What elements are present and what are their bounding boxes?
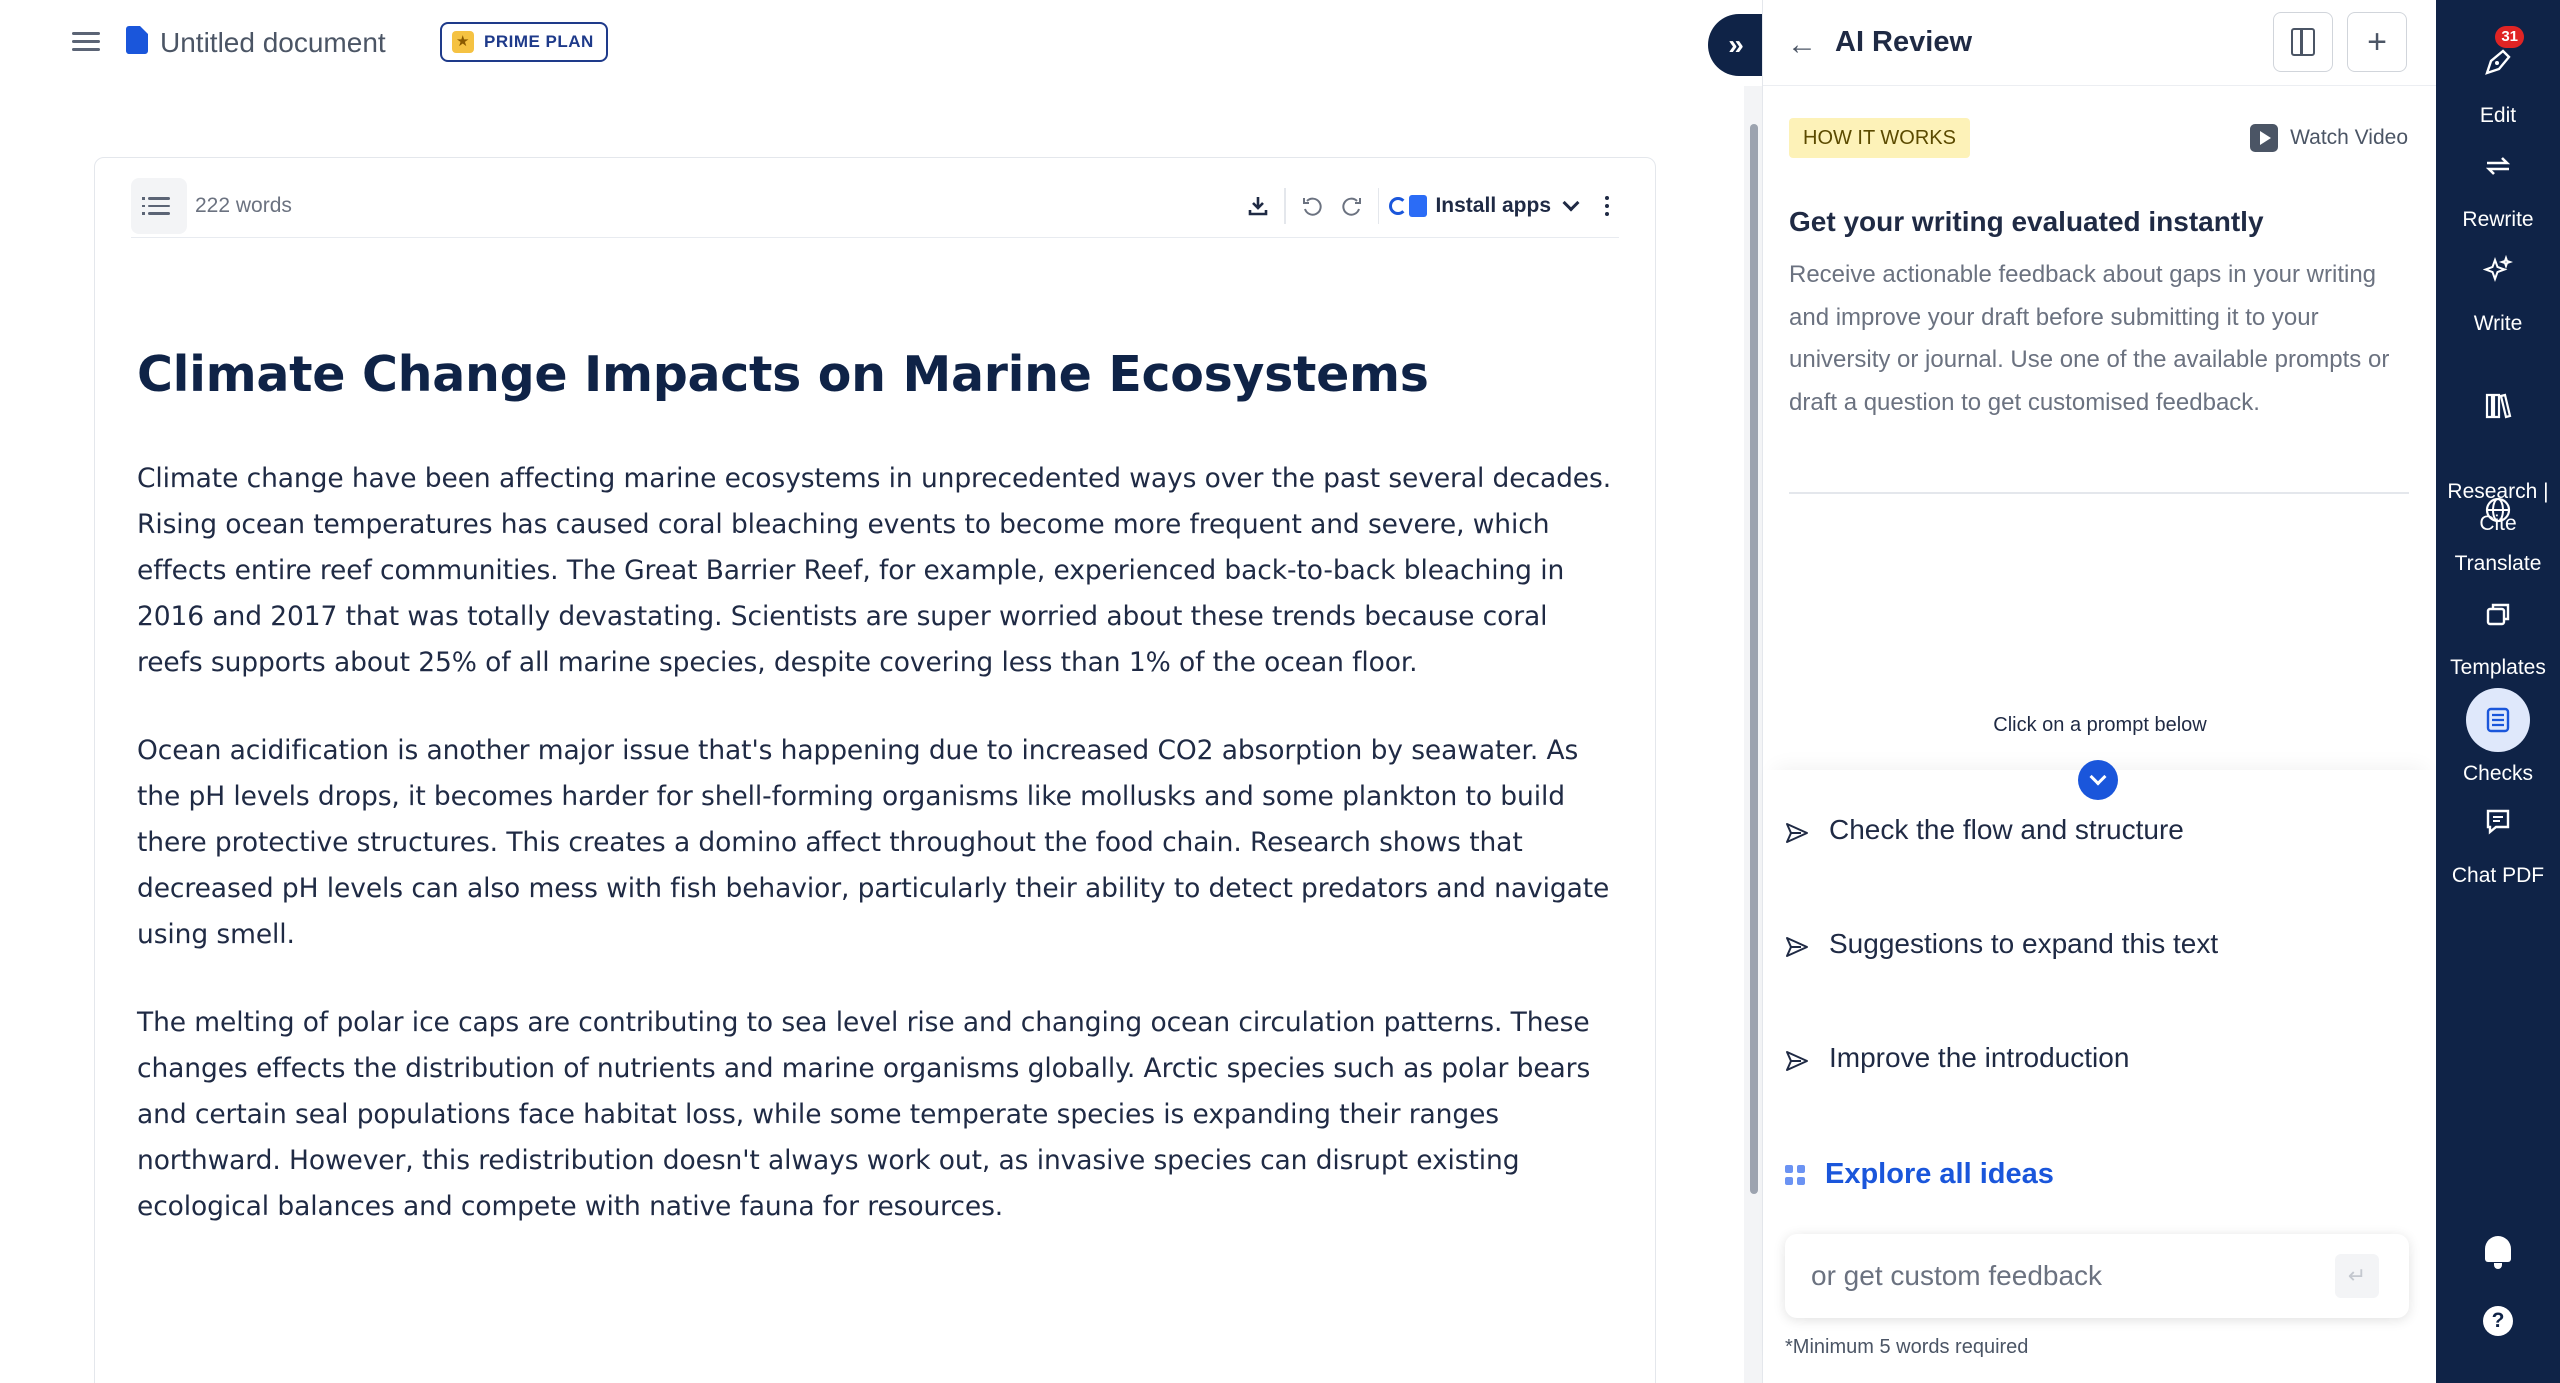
document-title[interactable]: Untitled document	[160, 27, 386, 59]
explore-all-ideas-link[interactable]: Explore all ideas	[1785, 1158, 2054, 1191]
checklist-icon	[2466, 688, 2530, 752]
undo-icon[interactable]	[1292, 186, 1332, 226]
minimum-words-note: *Minimum 5 words required	[1785, 1336, 2029, 1358]
sparkle-icon	[2466, 238, 2530, 302]
evaluate-title: Get your writing evaluated instantly	[1789, 206, 2264, 237]
click-prompt-hint: Click on a prompt below	[1993, 714, 2207, 736]
collapse-panel-button[interactable]: »	[1708, 14, 1764, 76]
document-icon	[126, 26, 148, 54]
plus-icon: +	[2367, 22, 2387, 61]
rail-item-write[interactable]: Write	[2436, 238, 2560, 340]
enter-icon[interactable]: ↵	[2335, 1254, 2379, 1298]
paragraph[interactable]: Climate change have been affecting marin…	[137, 456, 1617, 686]
evaluate-description: Receive actionable feedback about gaps i…	[1789, 261, 2390, 416]
rail-label: Templates	[2450, 656, 2546, 679]
more-options-icon[interactable]	[1595, 196, 1619, 216]
rail-item-templates[interactable]: Templates	[2436, 582, 2560, 684]
document-body[interactable]: Climate change have been affecting marin…	[137, 456, 1617, 1272]
top-bar: Untitled document ★ PRIME PLAN	[0, 0, 1760, 86]
pen-nib-icon: 31	[2466, 26, 2530, 94]
send-icon	[1785, 1047, 1809, 1071]
prime-plan-label: PRIME PLAN	[484, 32, 594, 51]
scrollbar-thumb[interactable]	[1750, 124, 1758, 1194]
chevron-down-icon	[1562, 194, 1580, 212]
install-apps-dropdown[interactable]: Install apps	[1385, 194, 1595, 218]
rail-item-chat-pdf[interactable]: Chat PDF	[2436, 790, 2560, 892]
rail-label: Rewrite	[2462, 208, 2534, 231]
grid-icon	[1785, 1164, 1805, 1185]
paragraph[interactable]: The melting of polar ice caps are contri…	[137, 1000, 1617, 1230]
globe-icon	[2466, 478, 2530, 542]
split-view-icon	[2291, 28, 2315, 56]
rail-item-edit[interactable]: 31 Edit	[2436, 26, 2560, 132]
rail-label: Translate	[2454, 552, 2542, 575]
library-books-icon	[2466, 374, 2530, 438]
chevron-down-icon[interactable]	[2078, 760, 2118, 800]
install-apps-label: Install apps	[1435, 194, 1551, 217]
chat-document-icon	[2466, 790, 2530, 854]
prompt-check-flow[interactable]: Check the flow and structure	[1785, 814, 2184, 846]
rail-label: Edit	[2479, 104, 2517, 127]
prompt-label: Improve the introduction	[1829, 1042, 2130, 1073]
editor-toolbar: 222 words Install apps	[131, 176, 1619, 238]
rail-item-checks[interactable]: Checks	[2436, 688, 2560, 790]
rail-label: Chat PDF	[2451, 864, 2545, 887]
notifications-button[interactable]	[2436, 1236, 2560, 1269]
prompt-expand-text[interactable]: Suggestions to expand this text	[1785, 928, 2218, 960]
prime-plan-badge[interactable]: ★ PRIME PLAN	[440, 22, 608, 62]
prompt-label: Check the flow and structure	[1829, 814, 2184, 845]
word-count: 222 words	[195, 194, 292, 217]
download-icon[interactable]	[1238, 186, 1278, 226]
outline-list-icon[interactable]	[131, 178, 187, 234]
star-icon: ★	[452, 31, 474, 53]
rail-item-rewrite[interactable]: Rewrite	[2436, 134, 2560, 236]
prompt-improve-intro[interactable]: Improve the introduction	[1785, 1042, 2129, 1074]
custom-feedback-input[interactable]	[1811, 1252, 2311, 1300]
document-heading[interactable]: Climate Change Impacts on Marine Ecosyst…	[137, 346, 1597, 403]
play-icon	[2250, 124, 2279, 152]
custom-feedback-box: ↵	[1785, 1234, 2409, 1318]
send-icon	[1785, 819, 1809, 843]
copy-stack-icon	[2466, 582, 2530, 646]
split-view-button[interactable]	[2273, 12, 2333, 72]
rail-label: Checks	[2462, 762, 2534, 785]
help-button[interactable]: ?	[2436, 1306, 2560, 1336]
explore-label: Explore all ideas	[1825, 1158, 2054, 1190]
bell-icon	[2485, 1236, 2511, 1269]
menu-icon[interactable]	[72, 28, 100, 56]
repeat-arrows-icon	[2466, 134, 2530, 198]
panel-title: AI Review	[1835, 26, 1972, 58]
toolbar-divider	[1377, 188, 1380, 224]
send-icon	[1785, 933, 1809, 957]
rail-label: Write	[2473, 312, 2523, 335]
watch-video-link[interactable]: Watch Video	[2250, 124, 2408, 152]
watch-video-label: Watch Video	[2290, 126, 2408, 149]
apps-icon	[1389, 195, 1428, 217]
panel-header: ← AI Review +	[1763, 0, 2437, 86]
prompt-label: Suggestions to expand this text	[1829, 928, 2219, 959]
ai-review-panel: ← AI Review + HOW IT WORKS Watch Video G…	[1762, 0, 2437, 1383]
help-icon: ?	[2483, 1306, 2513, 1336]
rail-item-translate[interactable]: Translate	[2436, 478, 2560, 580]
paragraph[interactable]: Ocean acidification is another major iss…	[137, 728, 1617, 958]
notification-badge: 31	[2495, 26, 2524, 48]
toolbar-divider	[1284, 188, 1286, 224]
back-arrow-icon[interactable]: ←	[1787, 28, 1817, 62]
divider	[1789, 492, 2409, 494]
new-review-button[interactable]: +	[2347, 12, 2407, 72]
redo-icon[interactable]	[1332, 186, 1372, 226]
right-tool-rail: 31 Edit Rewrite Write Research | Cite Tr…	[2436, 0, 2560, 1383]
how-it-works-badge: HOW IT WORKS	[1789, 118, 1970, 158]
editor-card: 222 words Install apps Climate Change Im…	[94, 157, 1656, 1383]
